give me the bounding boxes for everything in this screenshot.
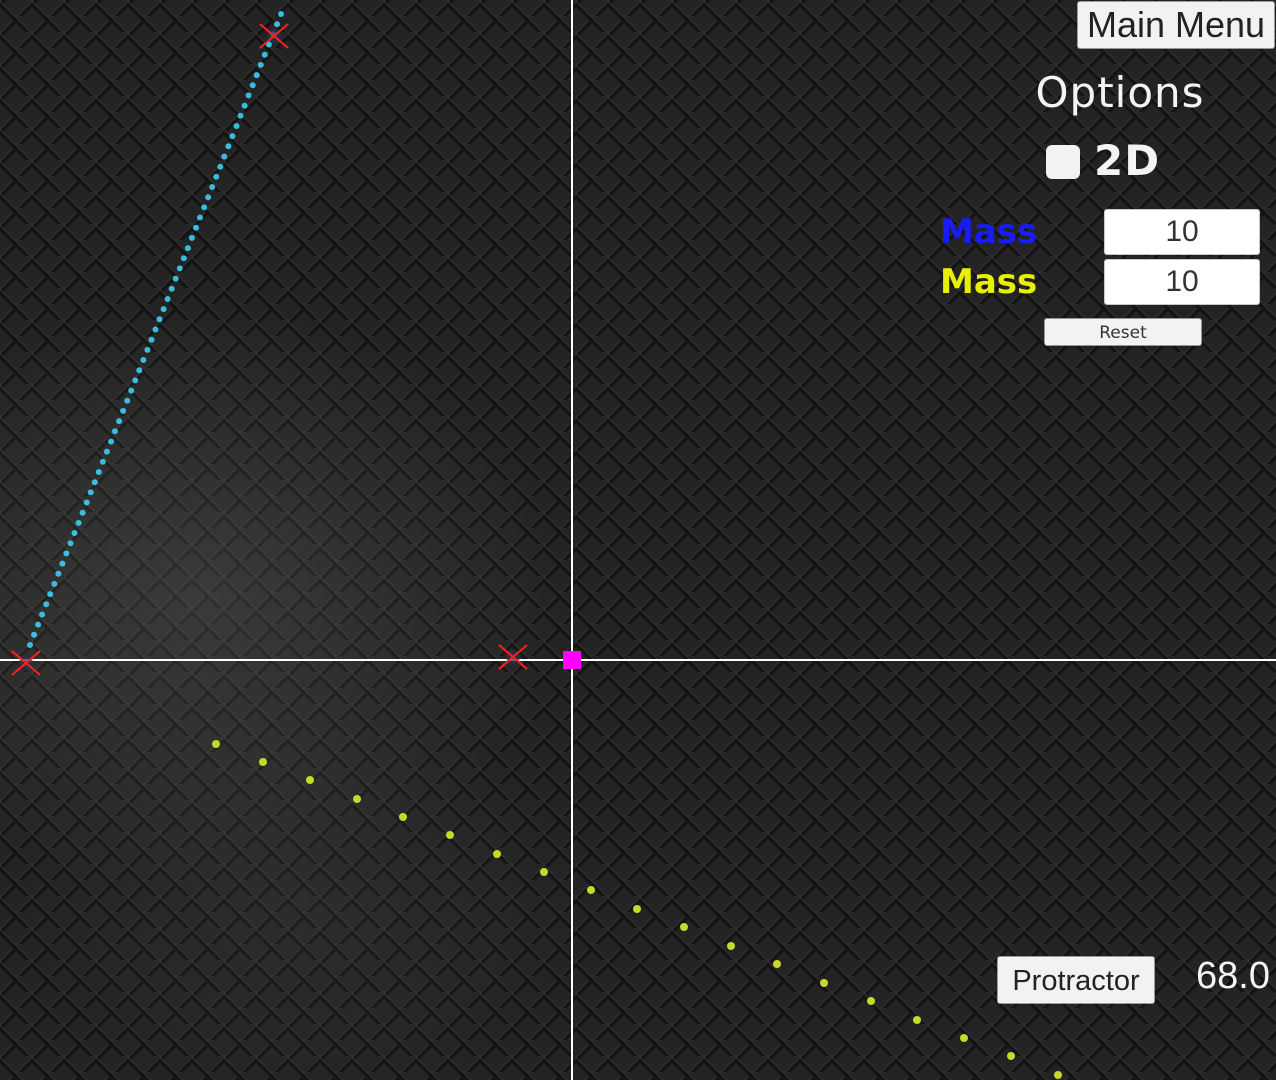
blue-trail-dot <box>112 428 118 435</box>
blue-trail-dot <box>31 631 37 638</box>
blue-trail-dot <box>144 346 151 353</box>
blue-trail-dot <box>213 173 220 180</box>
blue-trail-dot <box>233 123 240 129</box>
blue-trail-dot <box>116 418 123 425</box>
toggle-2d-checkbox[interactable] <box>1046 145 1080 179</box>
yellow-trail-dot <box>1007 1052 1015 1060</box>
blue-trail-dot <box>156 316 163 323</box>
blue-trail-dot <box>95 469 102 475</box>
blue-trail-dot <box>274 21 280 28</box>
yellow-trail-dot <box>960 1034 968 1042</box>
blue-trail-dot <box>67 540 74 547</box>
blue-trail-dot <box>209 184 216 190</box>
blue-trail-dot <box>237 112 244 119</box>
simulation-viewport[interactable] <box>0 0 1276 1080</box>
yellow-trail-dot <box>680 923 688 931</box>
blue-trail-dot <box>164 296 171 302</box>
blue-trail-dot <box>71 530 78 536</box>
blue-trail-dot <box>152 326 159 333</box>
blue-trail-dot <box>136 367 143 374</box>
angle-readout: 68.0 <box>1196 955 1270 997</box>
blue-trail-dot <box>148 336 155 343</box>
blue-mass-input[interactable] <box>1104 209 1260 255</box>
origin-marker[interactable] <box>563 651 581 669</box>
blue-trail-dot <box>27 642 33 648</box>
pivot-x-marker <box>498 644 528 670</box>
blue-trail-dot <box>124 397 131 404</box>
blue-trail-dot <box>261 51 268 58</box>
blue-trail-dot <box>108 438 114 445</box>
blue-trail-dot <box>253 72 260 79</box>
toggle-2d-label: 2D <box>1094 136 1161 185</box>
blue-trail-dot <box>193 224 199 231</box>
yellow-trail-dot <box>399 813 407 821</box>
blue-trail-dot <box>47 591 54 598</box>
blue-trail-dot <box>160 306 167 313</box>
blue-trail-dot <box>205 194 212 201</box>
blue-trail-dot <box>172 275 179 282</box>
yellow-trail-dot <box>820 979 828 987</box>
yellow-trail-dot <box>913 1016 921 1024</box>
blue-trail-dot <box>140 357 147 363</box>
yellow-trail-dot <box>306 776 314 784</box>
blue-trail-dot <box>59 560 66 567</box>
blue-trail-dot <box>221 153 228 160</box>
blue-trail-dot <box>188 234 195 241</box>
yellow-trail-dot <box>540 868 548 876</box>
blue-trail-dot <box>278 11 284 17</box>
blue-trail-dot <box>245 92 252 99</box>
yellow-trail-dot <box>353 795 361 803</box>
yellow-trail-dot <box>773 960 781 968</box>
blue-trail-dot <box>128 387 135 394</box>
blue-trail-dot <box>132 377 139 384</box>
yellow-trail-dot <box>587 886 595 894</box>
blue-trail-dot <box>87 489 94 496</box>
pivot-x-marker <box>11 650 41 676</box>
blue-trail-dot <box>83 499 90 506</box>
blue-trail-dot <box>120 407 127 414</box>
blue-trail-dot <box>184 245 191 252</box>
blue-trail-dot <box>225 143 232 150</box>
yellow-trail-dot <box>867 997 875 1005</box>
blue-trail-dot <box>91 479 98 486</box>
blue-trail-dot <box>75 519 82 526</box>
protractor-button[interactable]: Protractor <box>997 956 1155 1004</box>
yellow-trail-dot <box>493 850 501 858</box>
blue-trail-dot <box>249 82 256 89</box>
blue-trail-dot <box>79 509 86 516</box>
blue-trail-dot <box>176 265 183 272</box>
blue-trail-dot <box>257 61 264 68</box>
blue-trail-dot <box>55 570 62 577</box>
blue-trail-dot <box>103 448 110 455</box>
yellow-trail-dot <box>259 758 267 766</box>
pivot-markers <box>11 23 528 676</box>
yellow-mass-input[interactable] <box>1104 259 1260 305</box>
yellow-trail-dot <box>633 905 641 913</box>
pivot-x-marker <box>259 23 289 49</box>
blue-body-trail <box>27 11 284 648</box>
blue-trail-dot <box>63 550 70 557</box>
blue-trail-dot <box>217 163 224 170</box>
yellow-trail-dot <box>1054 1071 1062 1079</box>
yellow-trail-dot <box>446 831 454 839</box>
reset-button[interactable]: Reset <box>1044 318 1202 346</box>
blue-trail-dot <box>197 214 203 221</box>
yellow-trail-dot <box>727 942 735 950</box>
blue-trail-dot <box>180 255 187 262</box>
blue-trail-dot <box>168 285 175 292</box>
blue-trail-dot <box>39 611 46 618</box>
yellow-body-trail <box>212 740 1062 1079</box>
blue-trail-dot <box>241 102 248 109</box>
options-title: Options <box>1035 68 1205 117</box>
yellow-mass-label: Mass <box>940 262 1038 302</box>
blue-trail-dot <box>51 580 58 587</box>
blue-trail-dot <box>201 204 208 211</box>
main-menu-button[interactable]: Main Menu <box>1077 1 1275 49</box>
blue-trail-dot <box>43 601 50 608</box>
blue-mass-label: Mass <box>940 212 1038 252</box>
blue-trail-dot <box>35 621 42 628</box>
blue-trail-dot <box>99 458 106 465</box>
yellow-trail-dot <box>212 740 220 748</box>
blue-trail-dot <box>229 133 236 140</box>
